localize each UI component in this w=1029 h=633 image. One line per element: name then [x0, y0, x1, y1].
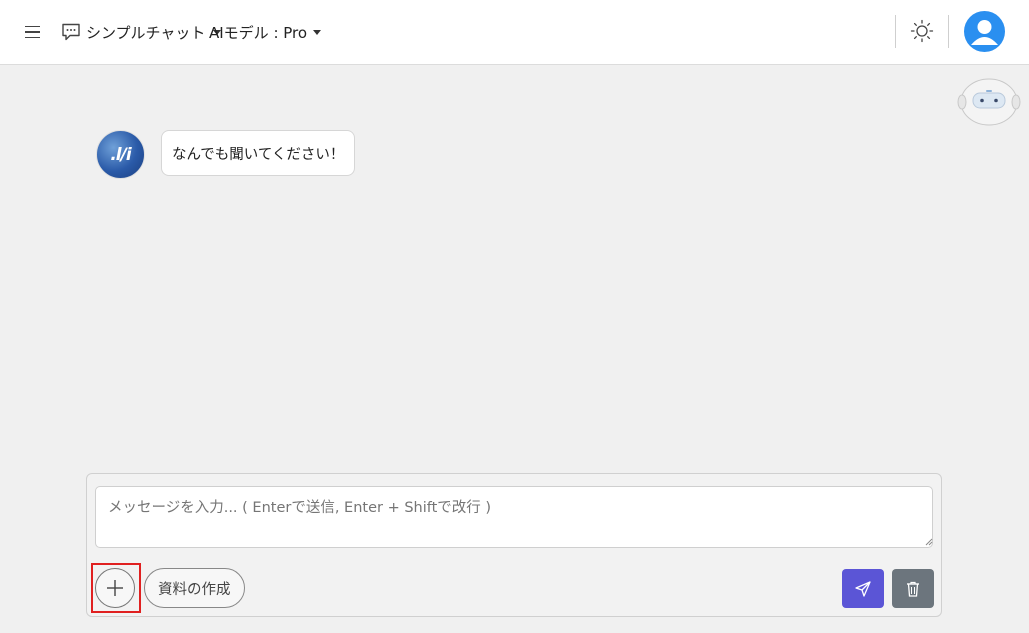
user-avatar-icon[interactable]	[964, 11, 1005, 52]
delete-button[interactable]	[892, 569, 934, 608]
chat-mode-label: シンプルチャット	[86, 23, 206, 42]
assistant-avatar-logo: .l/i	[110, 144, 131, 165]
create-document-label: 資料の作成	[158, 581, 231, 598]
top-bar: シンプルチャット AIモデル : Pro	[0, 0, 1029, 65]
resize-grip-icon[interactable]	[925, 538, 933, 546]
sun-icon[interactable]	[909, 18, 935, 44]
create-document-button[interactable]: 資料の作成	[144, 568, 245, 608]
message-text: なんでも聞いてください！	[172, 146, 345, 163]
divider	[895, 15, 896, 48]
paper-plane-icon	[855, 580, 871, 597]
model-dropdown[interactable]: AIモデル : Pro	[209, 19, 322, 45]
chevron-down-icon	[313, 29, 322, 35]
hamburger-menu-icon[interactable]	[22, 21, 42, 43]
assistant-message-bubble: なんでも聞いてください！	[161, 130, 356, 176]
robot-icon[interactable]	[957, 74, 1021, 128]
message-composer: 資料の作成	[86, 473, 942, 617]
attach-button[interactable]	[95, 568, 135, 608]
message-row: .l/i なんでも聞いてください！	[96, 130, 356, 179]
model-label: AIモデル : Pro	[209, 23, 308, 42]
assistant-avatar: .l/i	[96, 130, 145, 179]
divider	[948, 15, 949, 48]
chat-bubble-icon	[62, 23, 80, 41]
plus-icon	[107, 580, 123, 596]
message-input[interactable]	[95, 486, 933, 548]
trash-icon	[907, 581, 919, 597]
send-button[interactable]	[842, 569, 884, 608]
chat-mode-dropdown[interactable]: シンプルチャット	[61, 19, 222, 45]
